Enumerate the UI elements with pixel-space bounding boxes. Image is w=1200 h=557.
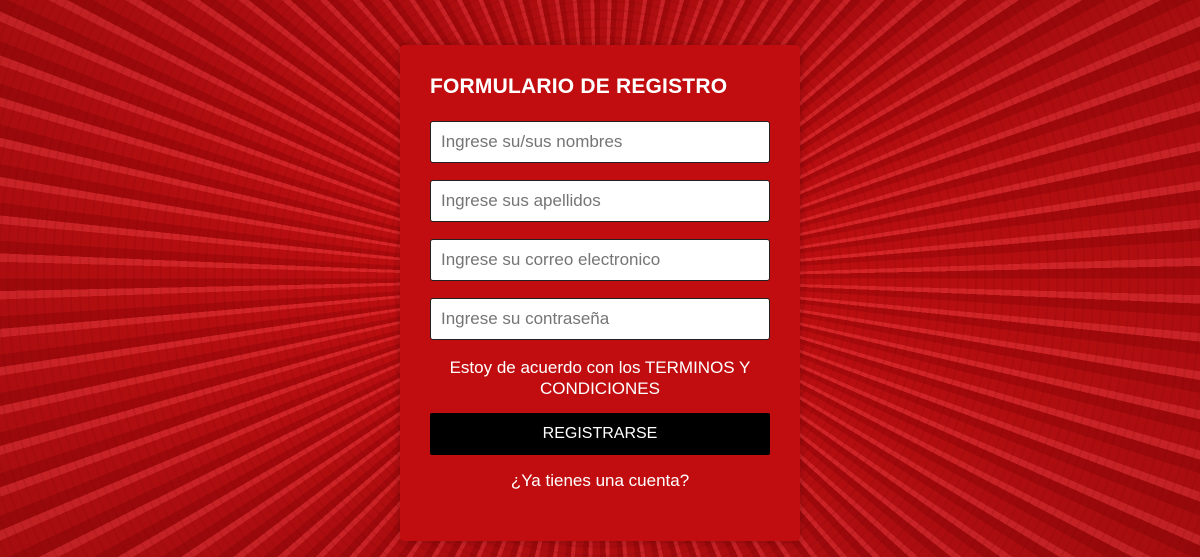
password-input[interactable] xyxy=(430,298,770,340)
first-name-input[interactable] xyxy=(430,121,770,163)
registration-form: FORMULARIO DE REGISTRO Estoy de acuerdo … xyxy=(400,45,800,541)
email-input[interactable] xyxy=(430,239,770,281)
terms-text[interactable]: Estoy de acuerdo con los TERMINOS Y COND… xyxy=(430,357,770,399)
form-title: FORMULARIO DE REGISTRO xyxy=(430,75,728,98)
register-button[interactable]: REGISTRARSE xyxy=(430,413,770,455)
last-name-input[interactable] xyxy=(430,180,770,222)
login-link[interactable]: ¿Ya tienes una cuenta? xyxy=(430,471,770,491)
